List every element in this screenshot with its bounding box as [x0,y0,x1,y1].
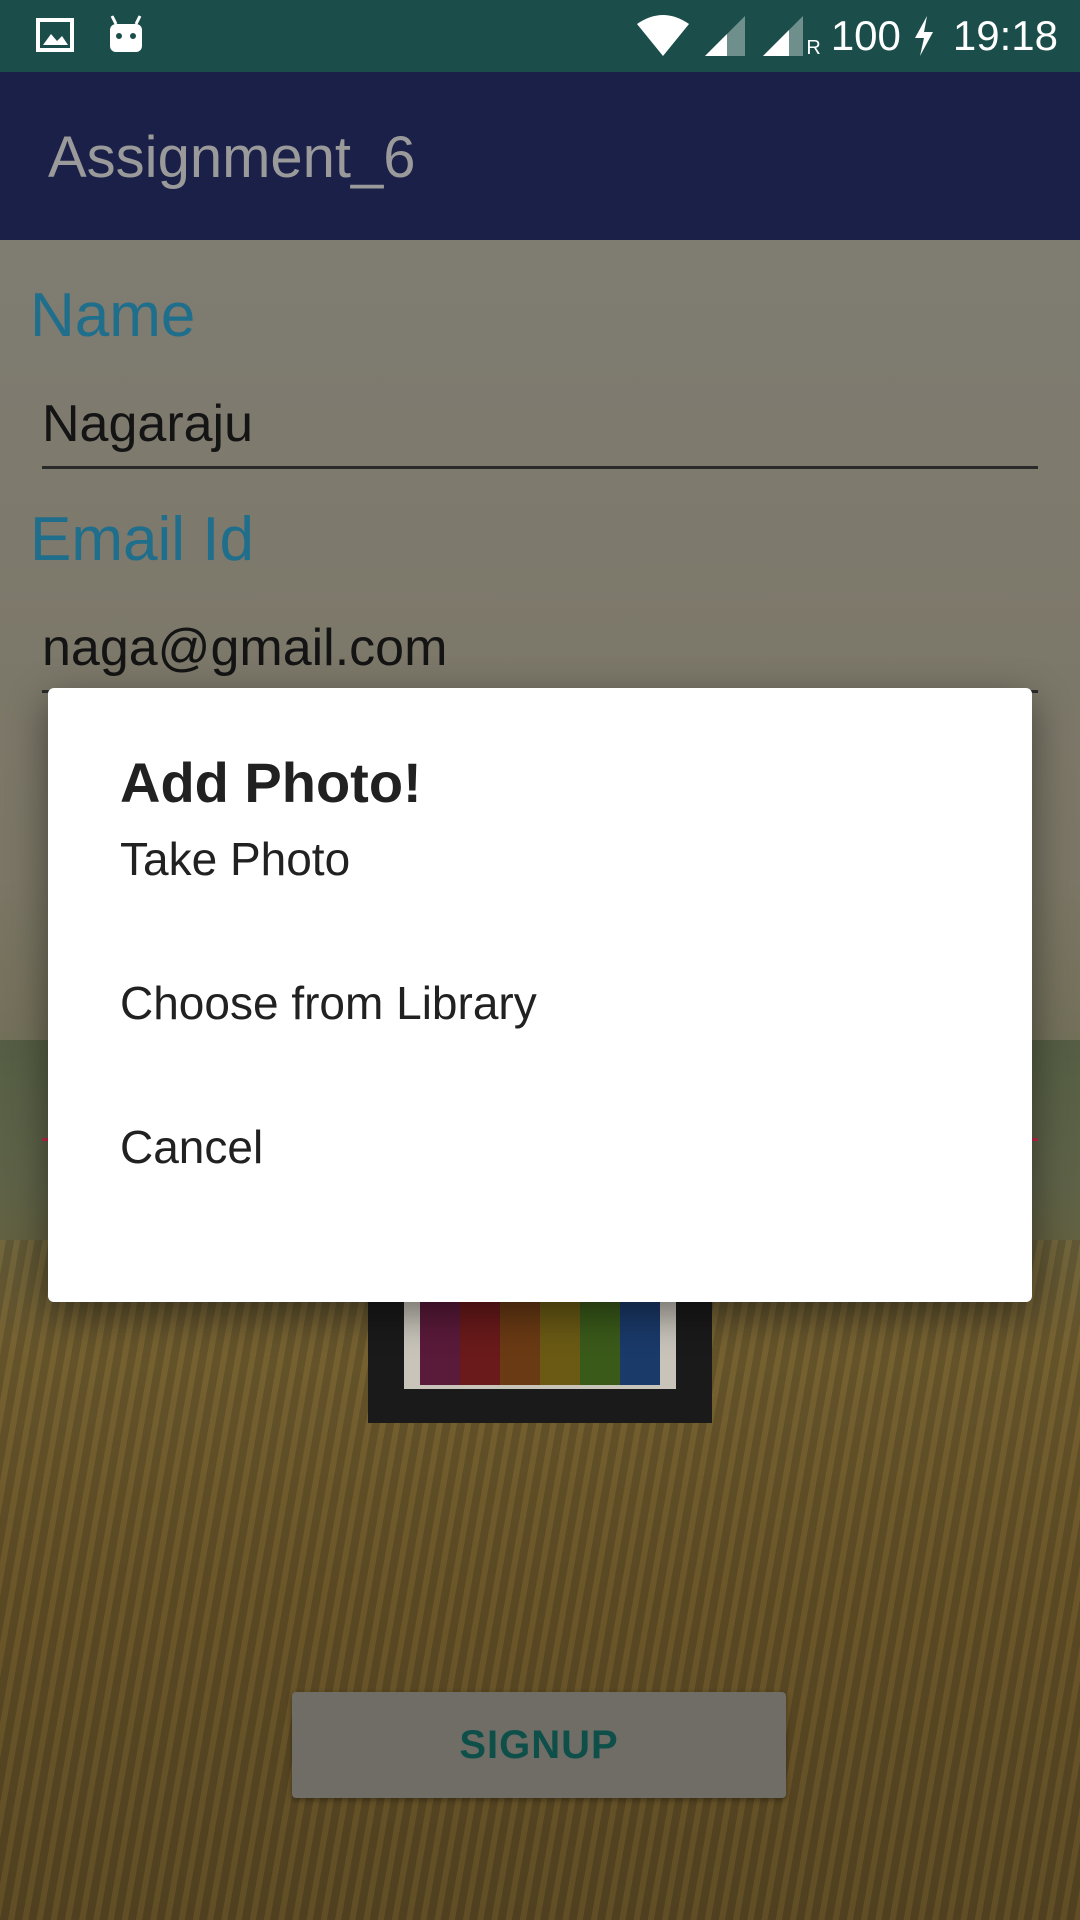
take-photo-label: Take Photo [120,833,351,885]
status-right: R 100 19:18 [635,8,1058,64]
choose-library-option[interactable]: Choose from Library [48,934,1032,1064]
cancel-label: Cancel [120,1121,264,1173]
signal-roaming-icon: R [759,12,821,60]
clock: 19:18 [952,12,1058,59]
signal-icon [704,16,745,56]
name-label: Name [30,281,196,350]
name-field-underline [42,466,1038,469]
email-label: Email Id [30,505,254,574]
cancel-option[interactable]: Cancel [48,1078,1032,1208]
android-icon [110,15,142,52]
signup-button[interactable]: SIGNUP [292,1692,786,1798]
app-title: Assignment_6 [48,125,416,190]
battery-level: 100 [830,12,901,59]
name-field[interactable]: Nagaraju [42,394,253,454]
image-icon [36,18,74,52]
take-photo-option[interactable]: Take Photo [48,790,1032,920]
wifi-icon [636,15,689,56]
email-field[interactable]: naga@gmail.com [42,618,447,678]
roaming-label: R [806,37,821,59]
add-photo-dialog: Add Photo! Take Photo Choose from Librar… [48,688,1032,1302]
battery-charging-icon [914,16,933,56]
choose-library-label: Choose from Library [120,977,537,1029]
app-bar: Assignment_6 [0,72,1080,240]
status-bar: R 100 19:18 [0,0,1080,72]
